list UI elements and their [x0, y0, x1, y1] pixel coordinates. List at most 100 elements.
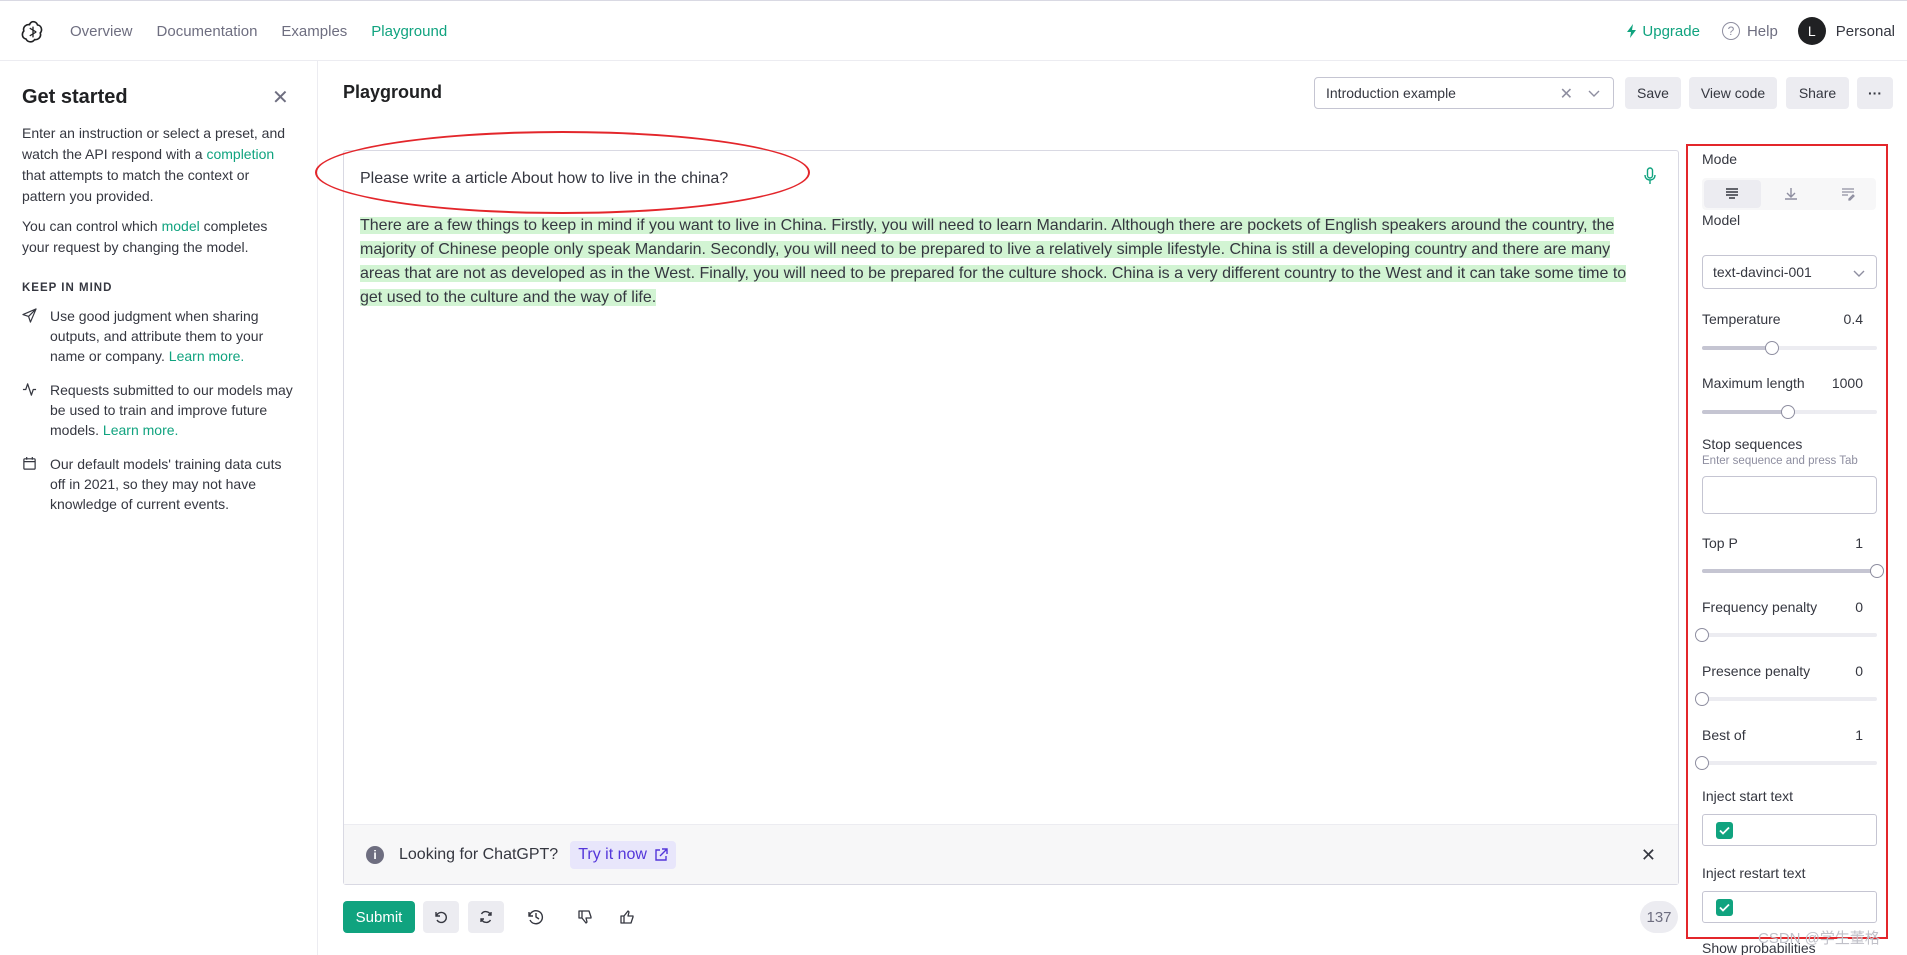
history-button[interactable] — [518, 901, 554, 933]
thumbs-down-icon — [578, 910, 592, 924]
presence-penalty-label: Presence penalty — [1702, 663, 1811, 679]
account-name[interactable]: Personal — [1836, 23, 1895, 40]
view-code-button[interactable]: View code — [1689, 77, 1777, 109]
learn-more-link[interactable]: Learn more. — [103, 422, 178, 438]
avatar[interactable]: L — [1797, 17, 1826, 45]
top-p-slider[interactable] — [1702, 564, 1884, 578]
mode-complete-button[interactable] — [1704, 180, 1761, 208]
learn-more-link[interactable]: Learn more. — [169, 348, 244, 364]
frequency-penalty-slider[interactable] — [1695, 628, 1877, 642]
temperature-slider[interactable] — [1702, 341, 1877, 355]
openai-logo-icon[interactable] — [20, 19, 46, 45]
regenerate-button[interactable] — [468, 901, 504, 933]
help-icon: ? — [1721, 22, 1740, 40]
completion-text: There are a few things to keep in mind i… — [360, 214, 1640, 310]
top-p-value[interactable]: 1 — [1855, 535, 1863, 551]
share-button[interactable]: Share — [1786, 77, 1849, 109]
completion-highlight: There are a few things to keep in mind i… — [360, 217, 1627, 306]
nav-playground[interactable]: Playground — [371, 23, 447, 40]
inject-restart-label: Inject restart text — [1702, 865, 1806, 881]
banner-text: Looking for ChatGPT? — [399, 845, 559, 863]
completion-link[interactable]: completion — [206, 146, 274, 162]
checkbox-checked-icon[interactable] — [1716, 899, 1733, 916]
best-of-value[interactable]: 1 — [1855, 727, 1863, 743]
top-navigation: Overview Documentation Examples Playgrou… — [0, 0, 1907, 61]
watermark: CSDN @学生董格 — [1758, 930, 1880, 947]
stop-sequences-input[interactable] — [1702, 476, 1877, 514]
undo-icon — [435, 911, 447, 924]
mode-toggle — [1702, 178, 1876, 210]
undo-button[interactable] — [423, 901, 459, 933]
list-item: Requests submitted to our models may be … — [22, 380, 295, 440]
slider-thumb[interactable] — [1695, 628, 1709, 642]
model-link[interactable]: model — [162, 218, 200, 234]
slider-thumb[interactable] — [1870, 564, 1884, 578]
slider-fill — [1702, 346, 1772, 350]
more-button[interactable]: ··· — [1857, 77, 1893, 109]
keep-in-mind-heading: KEEP IN MIND — [22, 282, 113, 294]
top-p-label: Top P — [1702, 535, 1738, 551]
microphone-icon[interactable] — [1644, 167, 1656, 185]
stop-sequences-label: Stop sequences — [1702, 436, 1803, 452]
max-length-value[interactable]: 1000 — [1832, 375, 1863, 391]
best-of-label: Best of — [1702, 727, 1746, 743]
nav-overview[interactable]: Overview — [70, 23, 133, 40]
presence-penalty-value[interactable]: 0 — [1855, 663, 1863, 679]
activity-icon — [22, 380, 50, 440]
slider-thumb[interactable] — [1695, 692, 1709, 706]
page-title: Playground — [343, 82, 443, 102]
slider-thumb[interactable] — [1695, 756, 1709, 770]
frequency-penalty-value[interactable]: 0 — [1855, 599, 1863, 615]
try-it-now-link[interactable]: Try it now — [570, 840, 676, 869]
temperature-value[interactable]: 0.4 — [1844, 311, 1863, 327]
thumbs-up-button[interactable] — [609, 901, 645, 933]
settings-panel: Mode Model text-davinci-001 Temperature … — [1687, 143, 1887, 955]
refresh-icon — [480, 910, 492, 924]
playground-editor[interactable]: Please write a article About how to live… — [343, 150, 1679, 885]
slider-thumb[interactable] — [1765, 341, 1779, 355]
submit-button[interactable]: Submit — [343, 901, 415, 933]
model-text: You can control which — [22, 218, 162, 234]
checkbox-checked-icon[interactable] — [1716, 822, 1733, 839]
edit-mode-icon — [1841, 188, 1855, 201]
lightning-icon — [1627, 24, 1637, 38]
external-link-icon — [655, 847, 668, 861]
presence-penalty-slider[interactable] — [1695, 692, 1877, 706]
help-label: Help — [1746, 22, 1778, 40]
clear-icon[interactable]: ✕ — [1560, 84, 1573, 104]
list-item: Use good judgment when sharing outputs, … — [22, 306, 295, 366]
sidebar-model-text: You can control which model completes yo… — [22, 216, 292, 258]
frequency-penalty-label: Frequency penalty — [1702, 599, 1818, 615]
close-icon[interactable]: ✕ — [272, 88, 290, 108]
preset-select[interactable]: Introduction example ✕ — [1314, 77, 1614, 109]
prompt-text: Please write a article About how to live… — [360, 170, 729, 187]
inject-restart-field[interactable] — [1702, 891, 1877, 923]
thumbs-down-button[interactable] — [567, 901, 603, 933]
info-icon: i — [366, 845, 384, 864]
save-button[interactable]: Save — [1625, 77, 1681, 109]
max-length-slider[interactable] — [1702, 405, 1877, 419]
best-of-slider[interactable] — [1695, 756, 1877, 770]
calendar-icon — [22, 454, 50, 514]
nav-documentation[interactable]: Documentation — [157, 23, 258, 40]
close-banner-icon[interactable]: ✕ — [1641, 845, 1656, 866]
model-select[interactable]: text-davinci-001 — [1702, 255, 1877, 289]
sidebar-intro: Enter an instruction or select a preset,… — [22, 123, 292, 207]
mode-insert-button[interactable] — [1763, 178, 1820, 210]
model-label: Model — [1702, 212, 1741, 228]
slider-thumb[interactable] — [1780, 405, 1795, 419]
inject-start-field[interactable] — [1702, 814, 1877, 846]
mode-edit-button[interactable] — [1819, 178, 1876, 210]
chevron-down-icon — [1588, 90, 1600, 97]
upgrade-link[interactable]: Upgrade — [1626, 23, 1700, 40]
try-it-label: Try it now — [578, 845, 647, 863]
chevron-down-icon — [1853, 270, 1865, 277]
help-link[interactable]: ? Help — [1721, 22, 1778, 40]
nav-examples[interactable]: Examples — [281, 23, 347, 40]
get-started-sidebar: Get started ✕ Enter an instruction or se… — [0, 61, 318, 955]
temperature-label: Temperature — [1702, 311, 1781, 327]
slider-fill — [1702, 569, 1877, 573]
history-icon — [528, 910, 544, 925]
upgrade-label: Upgrade — [1642, 22, 1700, 40]
token-count: 137 — [1640, 901, 1678, 933]
